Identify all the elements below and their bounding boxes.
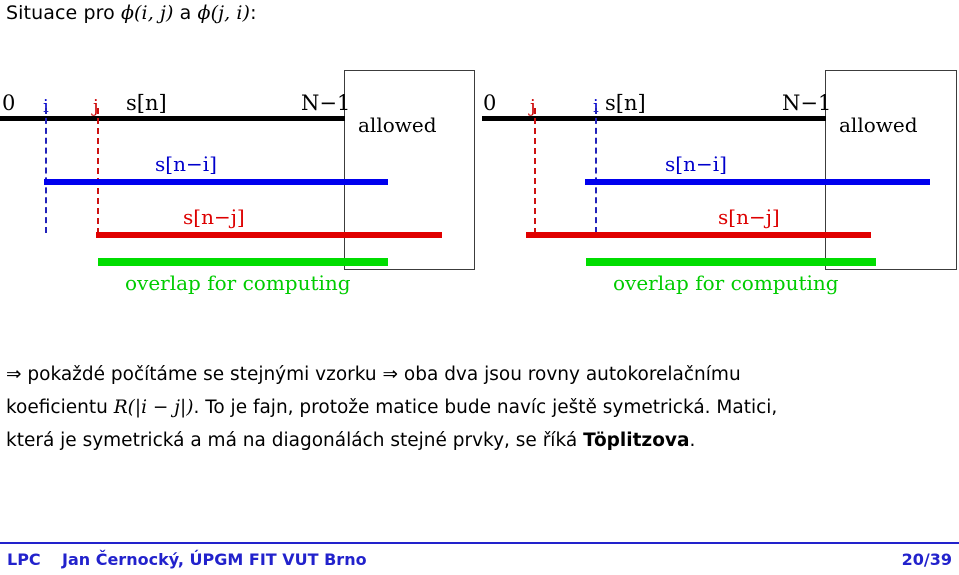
green-overlap-bar-left — [98, 258, 388, 266]
index-guide-i-left — [45, 108, 47, 233]
green-overlap-bar-right — [586, 258, 876, 266]
blue-bar-label-left: s[n−i] — [155, 152, 217, 176]
body-line-2: koeficientu R(|i − j|). To je fajn, prot… — [6, 391, 954, 424]
page-title-math-phi-ji: ϕ(j, i) — [197, 2, 251, 24]
red-bar-label-right: s[n−j] — [718, 205, 780, 229]
footer-page-number: 20/39 — [901, 550, 952, 569]
footer-course-code: LPC — [7, 550, 41, 569]
allowed-region-box-left — [344, 70, 475, 270]
signal-label-left: s[n] — [126, 91, 167, 115]
index-guide-j-right — [534, 108, 536, 234]
implies-arrow-1: ⇒ — [6, 364, 22, 385]
index-guide-i-right — [595, 108, 597, 233]
blue-bar-left — [44, 179, 388, 185]
page-title-math-phi-ij: ϕ(i, j) — [120, 2, 174, 24]
page-title-prefix: Situace pro — [6, 2, 121, 24]
diagram-right-phi-ji: allowed 0 N−1 s[n] j i s[n−i] s[n−j] ove… — [479, 62, 958, 302]
implies-arrow-2: ⇒ — [382, 364, 399, 385]
body-line-2-part-a: koeficientu — [6, 397, 114, 418]
axis-end-label-right: N−1 — [782, 91, 832, 115]
diagram-left-phi-ij: allowed 0 N−1 s[n] i j s[n−i] s[n−j] ove… — [0, 62, 479, 302]
body-line-1-part-a: pokaždé počítáme se stejnými vzorku — [21, 364, 383, 385]
signal-axis-left — [0, 116, 345, 121]
signal-label-right: s[n] — [605, 91, 646, 115]
body-line-2-part-b: . To je fajn, protože matice bude navíc … — [193, 397, 778, 418]
footer: LPC Jan Černocký, ÚPGM FIT VUT Brno 20/3… — [0, 548, 959, 575]
page-title-mid: a — [173, 2, 198, 24]
green-overlap-label-right: overlap for computing — [613, 271, 839, 295]
blue-bar-label-right: s[n−i] — [665, 152, 727, 176]
page-title-suffix: : — [250, 2, 257, 24]
page-title: Situace pro ϕ(i, j) a ϕ(j, i): — [6, 2, 257, 24]
toeplitz-term: Töplitzova — [583, 430, 690, 451]
allowed-region-box-right — [825, 70, 957, 270]
footer-divider — [0, 542, 959, 544]
body-line-1-part-b: oba dva jsou rovny autokorelačnímu — [398, 364, 741, 385]
body-text: ⇒ pokaždé počítáme se stejnými vzorku ⇒ … — [6, 358, 954, 457]
red-bar-label-left: s[n−j] — [183, 205, 245, 229]
body-line-3-part-a: která je symetrická a má na diagonálách … — [6, 430, 584, 451]
body-line-1: ⇒ pokaždé počítáme se stejnými vzorku ⇒ … — [6, 358, 954, 391]
allowed-region-label-left: allowed — [358, 113, 437, 137]
red-bar-right — [526, 232, 871, 238]
body-line-3-part-b: . — [689, 430, 696, 451]
index-guide-j-left — [97, 108, 99, 234]
footer-author: Jan Černocký, ÚPGM FIT VUT Brno — [62, 550, 367, 569]
green-overlap-label-left: overlap for computing — [125, 271, 351, 295]
figure-two-diagrams: allowed 0 N−1 s[n] i j s[n−i] s[n−j] ove… — [0, 62, 959, 302]
autocorrelation-coefficient-math: R(|i − j|) — [113, 397, 194, 418]
axis-start-label-right: 0 — [483, 91, 497, 115]
allowed-region-label-right: allowed — [839, 113, 918, 137]
body-line-3: která je symetrická a má na diagonálách … — [6, 424, 954, 457]
axis-start-label-left: 0 — [2, 91, 16, 115]
axis-end-label-left: N−1 — [301, 91, 351, 115]
red-bar-left — [96, 232, 442, 238]
blue-bar-right — [585, 179, 930, 185]
